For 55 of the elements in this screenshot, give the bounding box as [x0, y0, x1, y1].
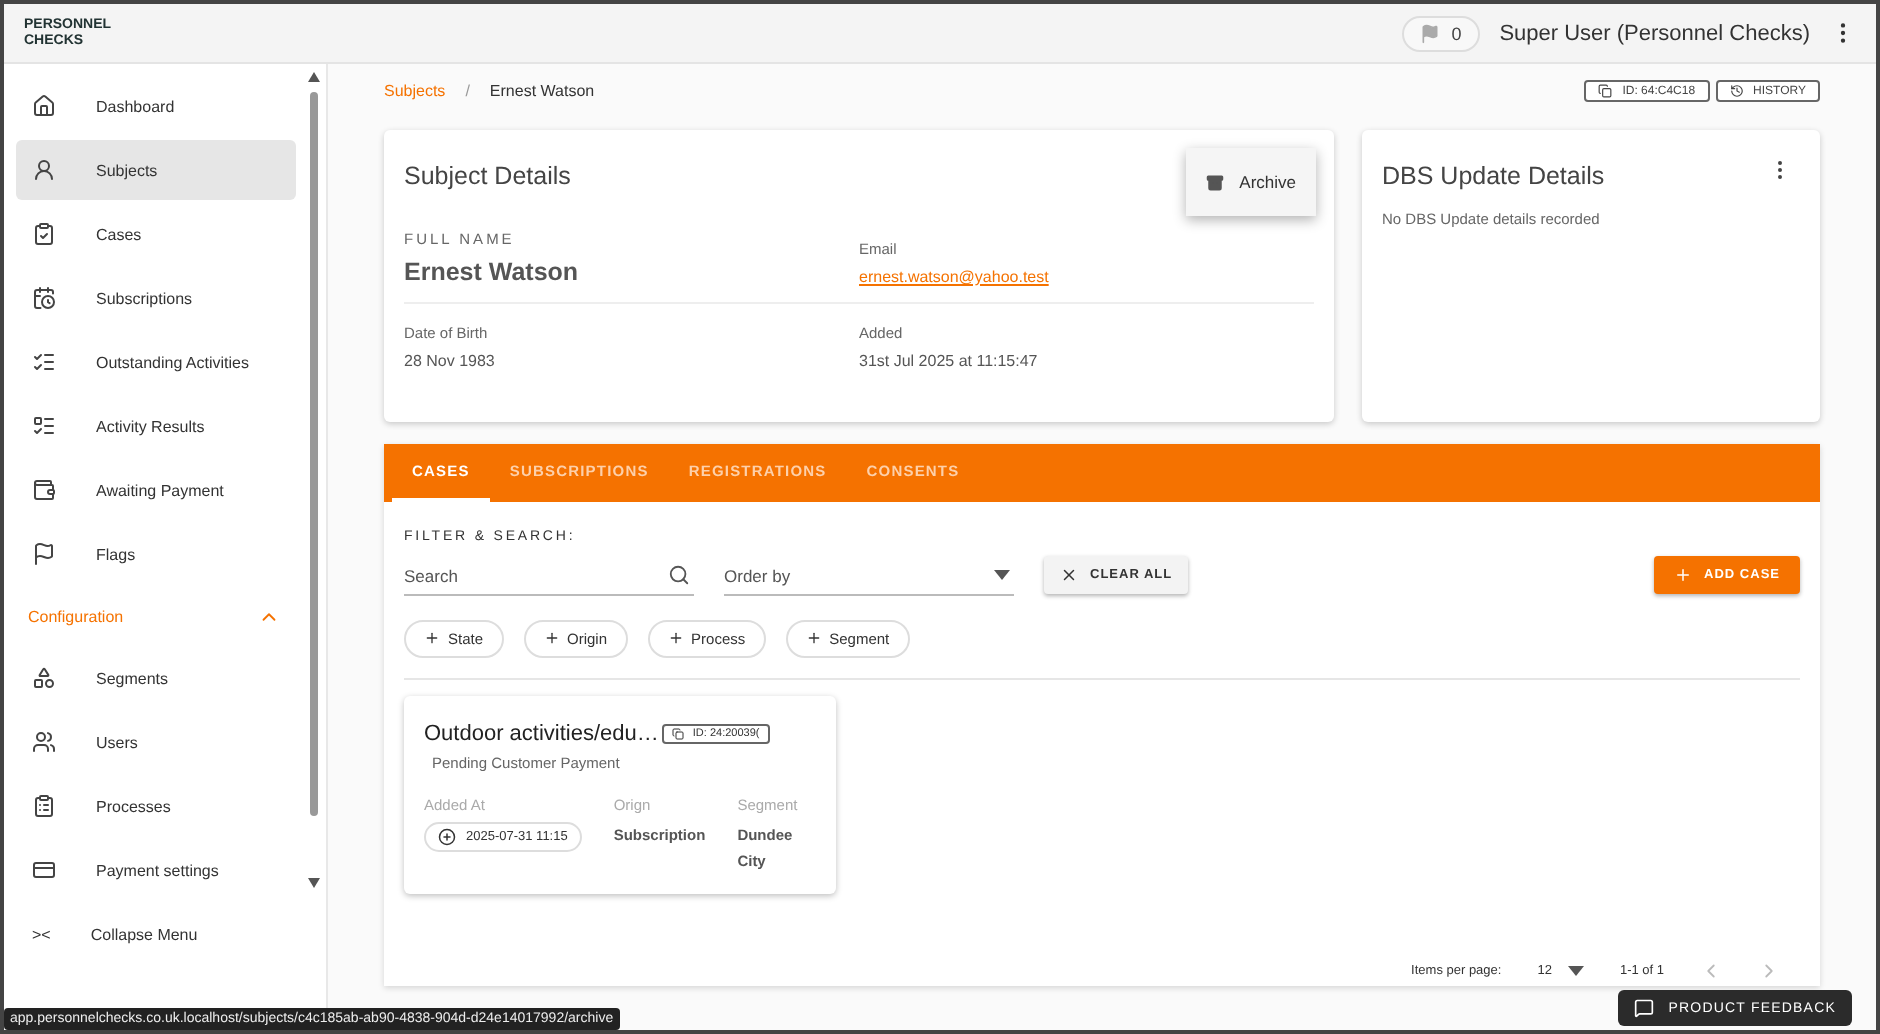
user-name[interactable]: Super User (Personnel Checks)	[1499, 21, 1810, 45]
plus-icon	[424, 630, 440, 646]
chat-icon	[1634, 998, 1655, 1018]
plus-circle-icon	[438, 827, 456, 845]
field-value: 28 Nov 1983	[404, 352, 497, 370]
plus-icon	[667, 630, 684, 646]
search-icon	[668, 564, 690, 586]
close-icon	[1060, 566, 1078, 585]
field-value: Ernest Watson	[404, 258, 581, 286]
archive-icon	[1205, 173, 1224, 191]
plus-icon	[1674, 566, 1693, 585]
clipboard-check-icon	[32, 222, 56, 246]
sidebar-item[interactable]: Payment settings	[16, 840, 296, 900]
calendar-clock-icon	[32, 286, 56, 310]
card-title: Subject Details	[404, 162, 571, 190]
wallet-icon	[32, 478, 56, 502]
breadcrumb-current: Ernest Watson	[489, 82, 595, 100]
field-value: 31st Jul 2025 at 11:15:47	[859, 352, 1040, 370]
sidebar-item[interactable]: Outstanding Activities	[16, 332, 296, 392]
flag-icon	[32, 542, 56, 566]
case-title: Outdoor activities/edu…	[424, 721, 659, 745]
sidebar-item[interactable]: Dashboard	[16, 76, 296, 136]
sidebar-item[interactable]: Subjects	[16, 140, 296, 200]
checklist-icon	[32, 350, 56, 374]
sidebar-item[interactable]: Cases	[16, 204, 296, 264]
sidebar-item[interactable]: Segments	[16, 648, 296, 708]
home-icon	[32, 94, 56, 118]
person-icon	[32, 158, 56, 182]
card-title: DBS Update Details	[1382, 162, 1605, 190]
breadcrumb-separator: /	[465, 82, 470, 100]
shapes-icon	[32, 666, 56, 690]
flag-icon	[1419, 23, 1440, 43]
flag-counter[interactable]: 0	[1401, 15, 1480, 51]
caret-icon	[994, 570, 1010, 580]
sidebar-item[interactable]: Flags	[16, 524, 296, 584]
copy-icon	[672, 727, 685, 739]
history-icon	[1729, 84, 1744, 98]
scrollbar[interactable]	[306, 68, 322, 892]
users-icon	[32, 730, 56, 754]
sidebar-item[interactable]: Subscriptions	[16, 268, 296, 328]
copy-icon	[1598, 84, 1613, 98]
caret-icon	[1567, 966, 1584, 976]
sidebar-item[interactable]: Processes	[16, 776, 296, 836]
list-icon	[32, 414, 56, 438]
search-field[interactable]: Search	[404, 559, 694, 595]
sidebar-item[interactable]: Activity Results	[16, 396, 296, 456]
plus-icon	[805, 630, 822, 646]
menu-item[interactable]: Archive	[1205, 172, 1296, 192]
credit-card-icon	[32, 858, 56, 882]
sidebar-item[interactable]: Awaiting Payment	[16, 460, 296, 520]
collapse-menu[interactable]: >< Collapse Menu	[16, 904, 296, 964]
clipboard-list-icon	[32, 794, 56, 818]
order-by-select[interactable]: Order by	[724, 559, 1014, 595]
plus-icon	[543, 630, 560, 646]
sidebar-item[interactable]: Users	[16, 712, 296, 772]
